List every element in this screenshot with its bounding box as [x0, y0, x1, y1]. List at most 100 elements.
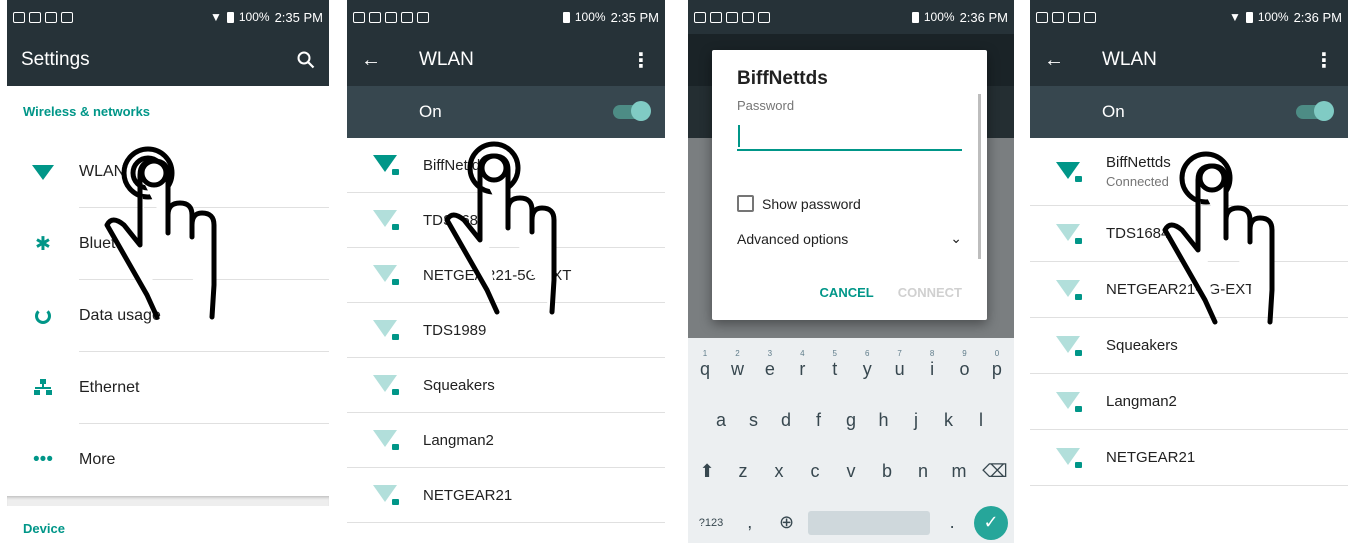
key-y[interactable]: 6y: [852, 349, 882, 380]
advanced-options[interactable]: Advanced options ⌄: [737, 230, 962, 247]
wifi-lock-icon: [1056, 279, 1082, 300]
key-v[interactable]: v: [836, 461, 866, 482]
wifi-lock-icon: [373, 485, 399, 505]
key-j[interactable]: j: [901, 410, 931, 431]
network-item-connected[interactable]: BiffNettds Connected: [1030, 138, 1348, 206]
network-item[interactable]: TDS1684: [1030, 206, 1348, 262]
network-item[interactable]: TDS1684: [347, 193, 665, 248]
network-item[interactable]: Langman2: [347, 413, 665, 468]
key-u[interactable]: 7u: [885, 349, 915, 380]
network-name: TDS1989: [423, 321, 487, 339]
wifi-lock-icon: [373, 375, 399, 395]
settings-item-label: Data usage: [79, 307, 161, 324]
key-b[interactable]: b: [872, 461, 902, 482]
settings-item-wlan[interactable]: WLAN: [7, 136, 329, 208]
key-period[interactable]: .: [937, 512, 967, 533]
key-f[interactable]: f: [804, 410, 834, 431]
network-name: Squeakers: [423, 376, 495, 394]
wlan-connected-screen: ▼ 100% 2:36 PM ← WLAN ⋮ On BiffNettds Co…: [1030, 0, 1348, 543]
settings-item-ethernet[interactable]: Ethernet: [7, 352, 329, 424]
page-title: WLAN: [419, 49, 474, 70]
search-icon[interactable]: [297, 51, 315, 69]
wlan-switch-bar[interactable]: On: [1030, 86, 1348, 138]
settings-screen: ▼ 100% 2:35 PM Settings Wireless & netwo…: [7, 0, 329, 543]
key-w[interactable]: 2w: [722, 349, 752, 380]
status-bar: ▼ 100% 2:35 PM: [7, 0, 329, 34]
settings-item-data-usage[interactable]: Data usage: [7, 280, 329, 352]
key-a[interactable]: a: [706, 410, 736, 431]
app-bar: Settings: [7, 34, 329, 86]
key-l[interactable]: l: [966, 410, 996, 431]
wlan-switch-bar[interactable]: On: [347, 86, 665, 138]
network-item[interactable]: Squeakers: [1030, 318, 1348, 374]
wifi-lock-icon: [1056, 447, 1082, 468]
key-t[interactable]: 5t: [820, 349, 850, 380]
wlan-toggle[interactable]: [613, 101, 651, 121]
battery-icon: [226, 11, 234, 23]
network-item[interactable]: Squeakers: [347, 358, 665, 413]
soft-keyboard: 1q 2w 3e 4r 5t 6y 7u 8i 9o 0p a s d f g …: [688, 338, 1014, 543]
network-status: Connected: [1106, 174, 1169, 189]
clock: 2:35 PM: [610, 9, 659, 25]
symbols-key[interactable]: ?123: [694, 517, 728, 529]
status-bar: 100% 2:35 PM: [347, 0, 665, 34]
globe-icon[interactable]: ⊕: [772, 512, 802, 533]
network-item[interactable]: TDS1989: [347, 303, 665, 358]
backspace-icon[interactable]: ⌫: [980, 461, 1010, 482]
clock: 2:36 PM: [1293, 9, 1342, 25]
key-i[interactable]: 8i: [917, 349, 947, 380]
network-item[interactable]: NETGEAR21: [347, 468, 665, 523]
show-password-label: Show password: [762, 195, 861, 212]
settings-item-bluetooth[interactable]: ✱ Bluetooth: [7, 208, 329, 280]
enter-check-icon[interactable]: ✓: [973, 505, 1008, 540]
key-q[interactable]: 1q: [690, 349, 720, 380]
key-s[interactable]: s: [739, 410, 769, 431]
key-comma[interactable]: ,: [735, 512, 765, 533]
key-p[interactable]: 0p: [982, 349, 1012, 380]
page-title: Settings: [21, 49, 90, 70]
wifi-lock-icon: [373, 430, 399, 450]
wifi-lock-icon: [1056, 161, 1082, 182]
status-bar: 100% 2:36 PM: [688, 0, 1014, 34]
key-k[interactable]: k: [934, 410, 964, 431]
wlan-toggle[interactable]: [1296, 101, 1334, 121]
back-arrow-icon[interactable]: ←: [361, 49, 419, 72]
overflow-menu-icon[interactable]: ⋮: [1314, 48, 1334, 73]
battery-icon: [1245, 11, 1253, 23]
key-o[interactable]: 9o: [950, 349, 980, 380]
cancel-button[interactable]: CANCEL: [820, 285, 874, 300]
divider: [7, 496, 329, 506]
clock: 2:36 PM: [959, 9, 1008, 25]
show-password-option[interactable]: Show password: [737, 195, 962, 212]
back-arrow-icon[interactable]: ←: [1044, 49, 1102, 72]
settings-item-label: More: [79, 451, 116, 468]
password-dialog-screen: 100% 2:36 PM BiffNettds Password Show pa…: [688, 0, 1014, 543]
shift-icon[interactable]: ⬆: [692, 461, 722, 482]
network-item[interactable]: Langman2: [1030, 374, 1348, 430]
overflow-menu-icon[interactable]: ⋮: [631, 48, 651, 73]
key-c[interactable]: c: [800, 461, 830, 482]
key-n[interactable]: n: [908, 461, 938, 482]
password-input[interactable]: [737, 121, 962, 151]
key-x[interactable]: x: [764, 461, 794, 482]
network-name: BiffNettds: [1106, 154, 1171, 171]
connect-button[interactable]: CONNECT: [898, 285, 962, 300]
dialog-scrollbar: [978, 94, 981, 259]
network-item[interactable]: NETGEAR21-5G-EXT: [1030, 262, 1348, 318]
show-password-checkbox[interactable]: [737, 195, 754, 212]
network-item[interactable]: BiffNettds: [347, 138, 665, 193]
network-item[interactable]: NETGEAR21-5G-EXT: [347, 248, 665, 303]
key-z[interactable]: z: [728, 461, 758, 482]
wifi-icon: [32, 164, 54, 180]
key-d[interactable]: d: [771, 410, 801, 431]
chevron-down-icon: ⌄: [950, 230, 962, 246]
key-h[interactable]: h: [869, 410, 899, 431]
settings-item-more[interactable]: ••• More: [7, 424, 329, 496]
space-bar[interactable]: [808, 510, 931, 535]
key-e[interactable]: 3e: [755, 349, 785, 380]
key-g[interactable]: g: [836, 410, 866, 431]
key-r[interactable]: 4r: [787, 349, 817, 380]
network-item[interactable]: NETGEAR21: [1030, 430, 1348, 486]
wifi-lock-icon: [373, 265, 399, 285]
key-m[interactable]: m: [944, 461, 974, 482]
